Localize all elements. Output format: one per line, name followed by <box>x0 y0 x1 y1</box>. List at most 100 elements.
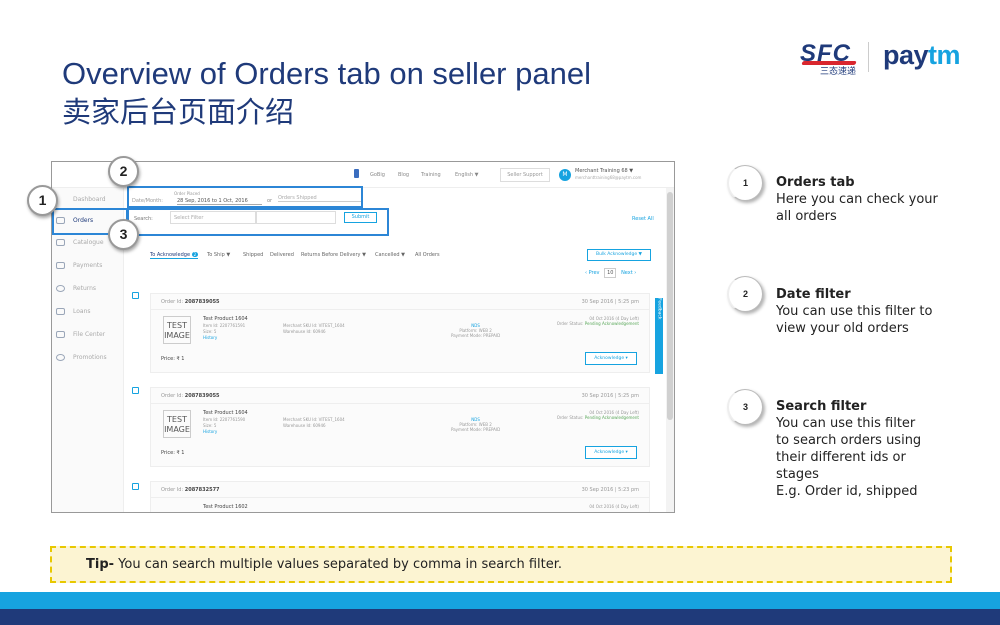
legend-text: You can use this filter to search orders… <box>776 416 922 482</box>
product-title: Test Product 1602 <box>203 504 248 510</box>
tab-to-acknowledge[interactable]: To Acknowledge 2 <box>150 252 199 259</box>
legend-2-marker: 2 <box>727 276 763 312</box>
panel-topbar: GoBig Blog Training English ▼ Seller Sup… <box>52 162 674 188</box>
status-badge: Pending Acknowledgement <box>584 321 639 326</box>
callout-1-marker: 1 <box>27 185 58 216</box>
payment-mode: Payment Mode: PREPAID <box>451 333 501 338</box>
item-id: Item Id: 2207761591 <box>203 323 246 328</box>
product-title: Test Product 1604 <box>203 316 248 322</box>
legend-date-filter: Date filter You can use this filter to v… <box>776 286 956 337</box>
user-name[interactable]: Merchant Training 68 ▼ <box>575 168 633 174</box>
date-filter-highlight <box>127 186 363 208</box>
order-checkbox[interactable] <box>132 483 139 490</box>
tip-box: Tip- You can search multiple values sepa… <box>50 546 952 583</box>
merchant-sku: Merchant SKU Id: VITEST_1604 <box>283 417 345 422</box>
tab-shipped[interactable]: Shipped <box>243 252 263 258</box>
order-date: 30 Sep 2016 | 5:25 pm <box>581 393 639 399</box>
sidebar-item-returns[interactable]: Returns <box>56 282 122 296</box>
order-card: Order Id: 2087839055 30 Sep 2016 | 5:25 p… <box>150 293 650 373</box>
legend-3-marker: 3 <box>727 389 763 425</box>
topbar-link-training[interactable]: Training <box>421 172 441 178</box>
platform-info: NDS Platform: WEB 2 Payment Mode: PREPAID <box>451 323 500 338</box>
acknowledge-button[interactable]: Acknowledge ▾ <box>585 352 637 365</box>
status-badge: Pending Acknowledgement <box>584 415 639 420</box>
topbar-link-blog[interactable]: Blog <box>398 172 409 178</box>
paytm-logo-tm: tm <box>928 40 961 70</box>
tab-to-ship[interactable]: To Ship ▼ <box>207 252 230 258</box>
legend-search-filter: Search filter You can use this filter to… <box>776 398 926 500</box>
legend-1-marker: 1 <box>727 165 763 201</box>
sidebar-item-label: Returns <box>73 285 97 292</box>
sidebar-item-payments[interactable]: Payments <box>56 259 122 273</box>
tab-returns-before-delivery[interactable]: Returns Before Delivery ▼ <box>301 252 366 258</box>
tab-all-orders[interactable]: All Orders <box>415 252 440 258</box>
warehouse-id: Warehouse Id: 60946 <box>283 329 326 334</box>
status-label: Order Status: <box>556 321 584 326</box>
count-badge: 2 <box>191 252 199 257</box>
payment-mode: Payment Mode: PREPAID <box>451 427 501 432</box>
sidebar-item-label: Catalogue <box>73 239 104 246</box>
legend-heading: Search filter <box>776 399 867 414</box>
legend-example: E.g. Order id, shipped <box>776 484 918 499</box>
history-link[interactable]: History <box>203 429 217 434</box>
order-checkbox[interactable] <box>132 292 139 299</box>
sidebar-item-dashboard[interactable]: Dashboard <box>56 193 122 207</box>
sidebar-item-label: Loans <box>73 308 91 315</box>
sidebar-item-promotions[interactable]: Promotions <box>56 351 122 365</box>
feedback-label: Feedback <box>656 298 662 320</box>
product-image: TEST IMAGE <box>163 410 191 438</box>
tip-body: You can search multiple values separated… <box>114 557 562 572</box>
merchant-sku: Merchant SKU Id: VITEST_1604 <box>283 323 345 328</box>
search-filter-highlight <box>127 208 389 236</box>
order-status: 04 Oct 2016 (4 Day Left) Order Status: Pe… <box>557 316 639 326</box>
warehouse-id: Warehouse Id: 60946 <box>283 423 326 428</box>
acknowledge-button[interactable]: Acknowledge ▾ <box>585 446 637 459</box>
product-image: TEST IMAGE <box>163 316 191 344</box>
tab-delivered[interactable]: Delivered <box>270 252 294 258</box>
pagination: ‹ Prev 10 Next › <box>585 268 636 278</box>
sidebar-item-label: File Center <box>73 331 106 338</box>
footer-band-light <box>0 592 1000 609</box>
legend-heading: Date filter <box>776 287 851 302</box>
platform-info: NDS Platform: WEB 2 Payment Mode: PREPAID <box>451 417 500 432</box>
page-number-input[interactable]: 10 <box>604 268 617 278</box>
scrollbar-thumb[interactable] <box>667 192 673 420</box>
topbar-link-gobig[interactable]: GoBig <box>370 172 385 178</box>
sidebar-item-file-center[interactable]: File Center <box>56 328 122 342</box>
mobile-icon[interactable] <box>354 169 359 178</box>
product-title: Test Product 1604 <box>203 410 248 416</box>
tip-text: Tip- You can search multiple values sepa… <box>86 557 562 572</box>
legend-orders-tab: Orders tab Here you can check your all o… <box>776 174 956 225</box>
ship-by-date: 04 Oct 2016 (4 Day Left) <box>589 504 639 509</box>
order-id-label: Order Id: <box>161 487 184 493</box>
topbar-language-select[interactable]: English ▼ <box>455 172 479 178</box>
tab-label: To Acknowledge <box>150 252 191 258</box>
order-date: 30 Sep 2016 | 5:25 pm <box>581 299 639 305</box>
order-id-label: Order Id: <box>161 393 184 399</box>
sidebar-item-loans[interactable]: Loans <box>56 305 122 319</box>
file-center-icon <box>56 331 65 338</box>
order-id-label: Order Id: <box>161 299 184 305</box>
order-id: 2087839055 <box>184 393 220 399</box>
scrollbar[interactable] <box>666 188 674 512</box>
order-status: 04 Oct 2016 (4 Day Left) Order Status: Pe… <box>557 410 639 420</box>
logo-divider <box>868 42 869 72</box>
bulk-acknowledge-button[interactable]: Bulk Acknowledge ▼ <box>587 249 651 261</box>
next-page-link[interactable]: Next › <box>621 270 636 276</box>
order-checkbox[interactable] <box>132 387 139 394</box>
tab-cancelled[interactable]: Cancelled ▼ <box>375 252 405 258</box>
status-label: Order Status: <box>556 415 584 420</box>
product-size: Size: 5 <box>203 329 217 334</box>
seller-support-button[interactable]: Seller Support <box>500 168 550 182</box>
feedback-tab[interactable]: Feedback <box>655 298 663 374</box>
order-card: Order Id: 2087832577 30 Sep 2016 | 5:23 p… <box>150 481 650 512</box>
sidebar-item-label: Payments <box>73 262 103 269</box>
reset-all-link[interactable]: Reset All <box>632 216 654 222</box>
prev-page-link[interactable]: ‹ Prev <box>585 270 600 276</box>
sidebar-item-label: Promotions <box>73 354 107 361</box>
history-link[interactable]: History <box>203 335 217 340</box>
order-card: Order Id: 2087839055 30 Sep 2016 | 5:25 p… <box>150 387 650 467</box>
legend-heading: Orders tab <box>776 175 855 190</box>
avatar[interactable]: M <box>559 169 571 181</box>
returns-icon <box>56 285 65 292</box>
